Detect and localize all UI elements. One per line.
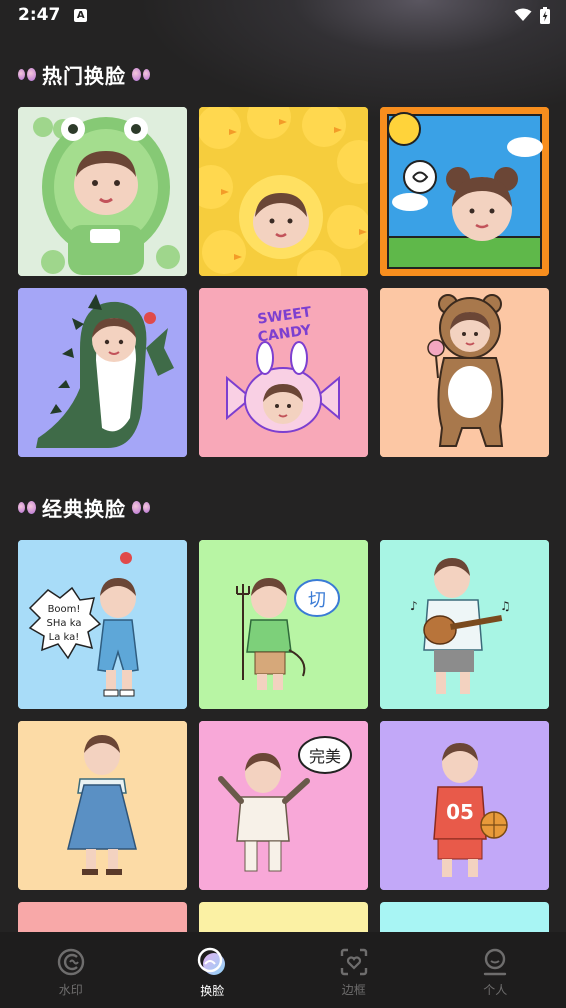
template-card-sweet-candy[interactable]: SWEET CANDY (199, 288, 368, 457)
section-title-classic: 经典换脸 (18, 493, 150, 522)
battery-charging-icon (540, 6, 550, 24)
template-card-bear[interactable] (380, 288, 549, 457)
template-card-dinosaur[interactable] (18, 288, 187, 457)
title-decoration-left (18, 501, 36, 514)
title-decoration-right (132, 501, 150, 514)
hot-template-grid: SWEET CANDY (18, 107, 549, 457)
status-bar: 2:47 A (0, 0, 566, 30)
section-title-hot: 热门换脸 (18, 60, 150, 89)
watermark-icon (57, 948, 84, 975)
template-card-green-frog[interactable] (18, 107, 187, 276)
tab-watermark[interactable]: 水印 (0, 932, 142, 1008)
tab-label: 个人 (483, 982, 508, 997)
svg-text:♪: ♪ (410, 599, 418, 613)
wifi-icon (514, 8, 532, 21)
section-title-label: 热门换脸 (42, 64, 126, 88)
jersey-number: 05 (446, 800, 474, 824)
template-card-partial-2[interactable] (199, 902, 368, 932)
boom-text-3: La ka! (49, 632, 80, 643)
status-icons (514, 6, 550, 24)
title-decoration-left (18, 68, 36, 81)
tab-label: 水印 (58, 982, 83, 997)
person-icon (484, 948, 507, 975)
status-time: 2:47 (18, 5, 61, 25)
tab-label: 边框 (341, 982, 366, 997)
faceswap-icon (198, 947, 226, 975)
template-card-yellow-ducks[interactable] (199, 107, 368, 276)
section-title-label: 经典换脸 (42, 497, 126, 521)
a-icon: A (74, 8, 88, 22)
frame-heart-icon (340, 948, 367, 975)
template-card-wanmei[interactable]: 完美 (199, 721, 368, 890)
template-card-sun-frame[interactable] (380, 107, 549, 276)
template-card-devil[interactable]: 切 (199, 540, 368, 709)
template-grid-partial-row (18, 902, 549, 932)
template-card-partial-3[interactable] (380, 902, 549, 932)
boom-text-2: SHa ka (47, 618, 82, 629)
title-decoration-right (132, 68, 150, 81)
template-card-overalls[interactable] (18, 721, 187, 890)
tab-faceswap[interactable]: 换脸 (142, 932, 284, 1008)
tab-label: 换脸 (200, 983, 225, 998)
boom-text-1: Boom! (48, 604, 81, 615)
template-card-guitar[interactable]: ♪ ♫ (380, 540, 549, 709)
template-card-boom[interactable]: Boom! SHa ka La ka! (18, 540, 187, 709)
qie-bubble-text: 切 (308, 590, 326, 611)
classic-template-grid: Boom! SHa ka La ka! 切 ♪ ♫ 完美 05 (18, 540, 549, 890)
tab-profile[interactable]: 个人 (425, 932, 566, 1008)
template-card-partial-1[interactable] (18, 902, 187, 932)
wanmei-bubble-text: 完美 (309, 747, 341, 766)
bottom-tab-bar: 水印 换脸 边框 个人 (0, 932, 566, 1008)
template-card-basketball[interactable]: 05 (380, 721, 549, 890)
tab-frame[interactable]: 边框 (283, 932, 425, 1008)
svg-text:♫: ♫ (500, 599, 511, 613)
